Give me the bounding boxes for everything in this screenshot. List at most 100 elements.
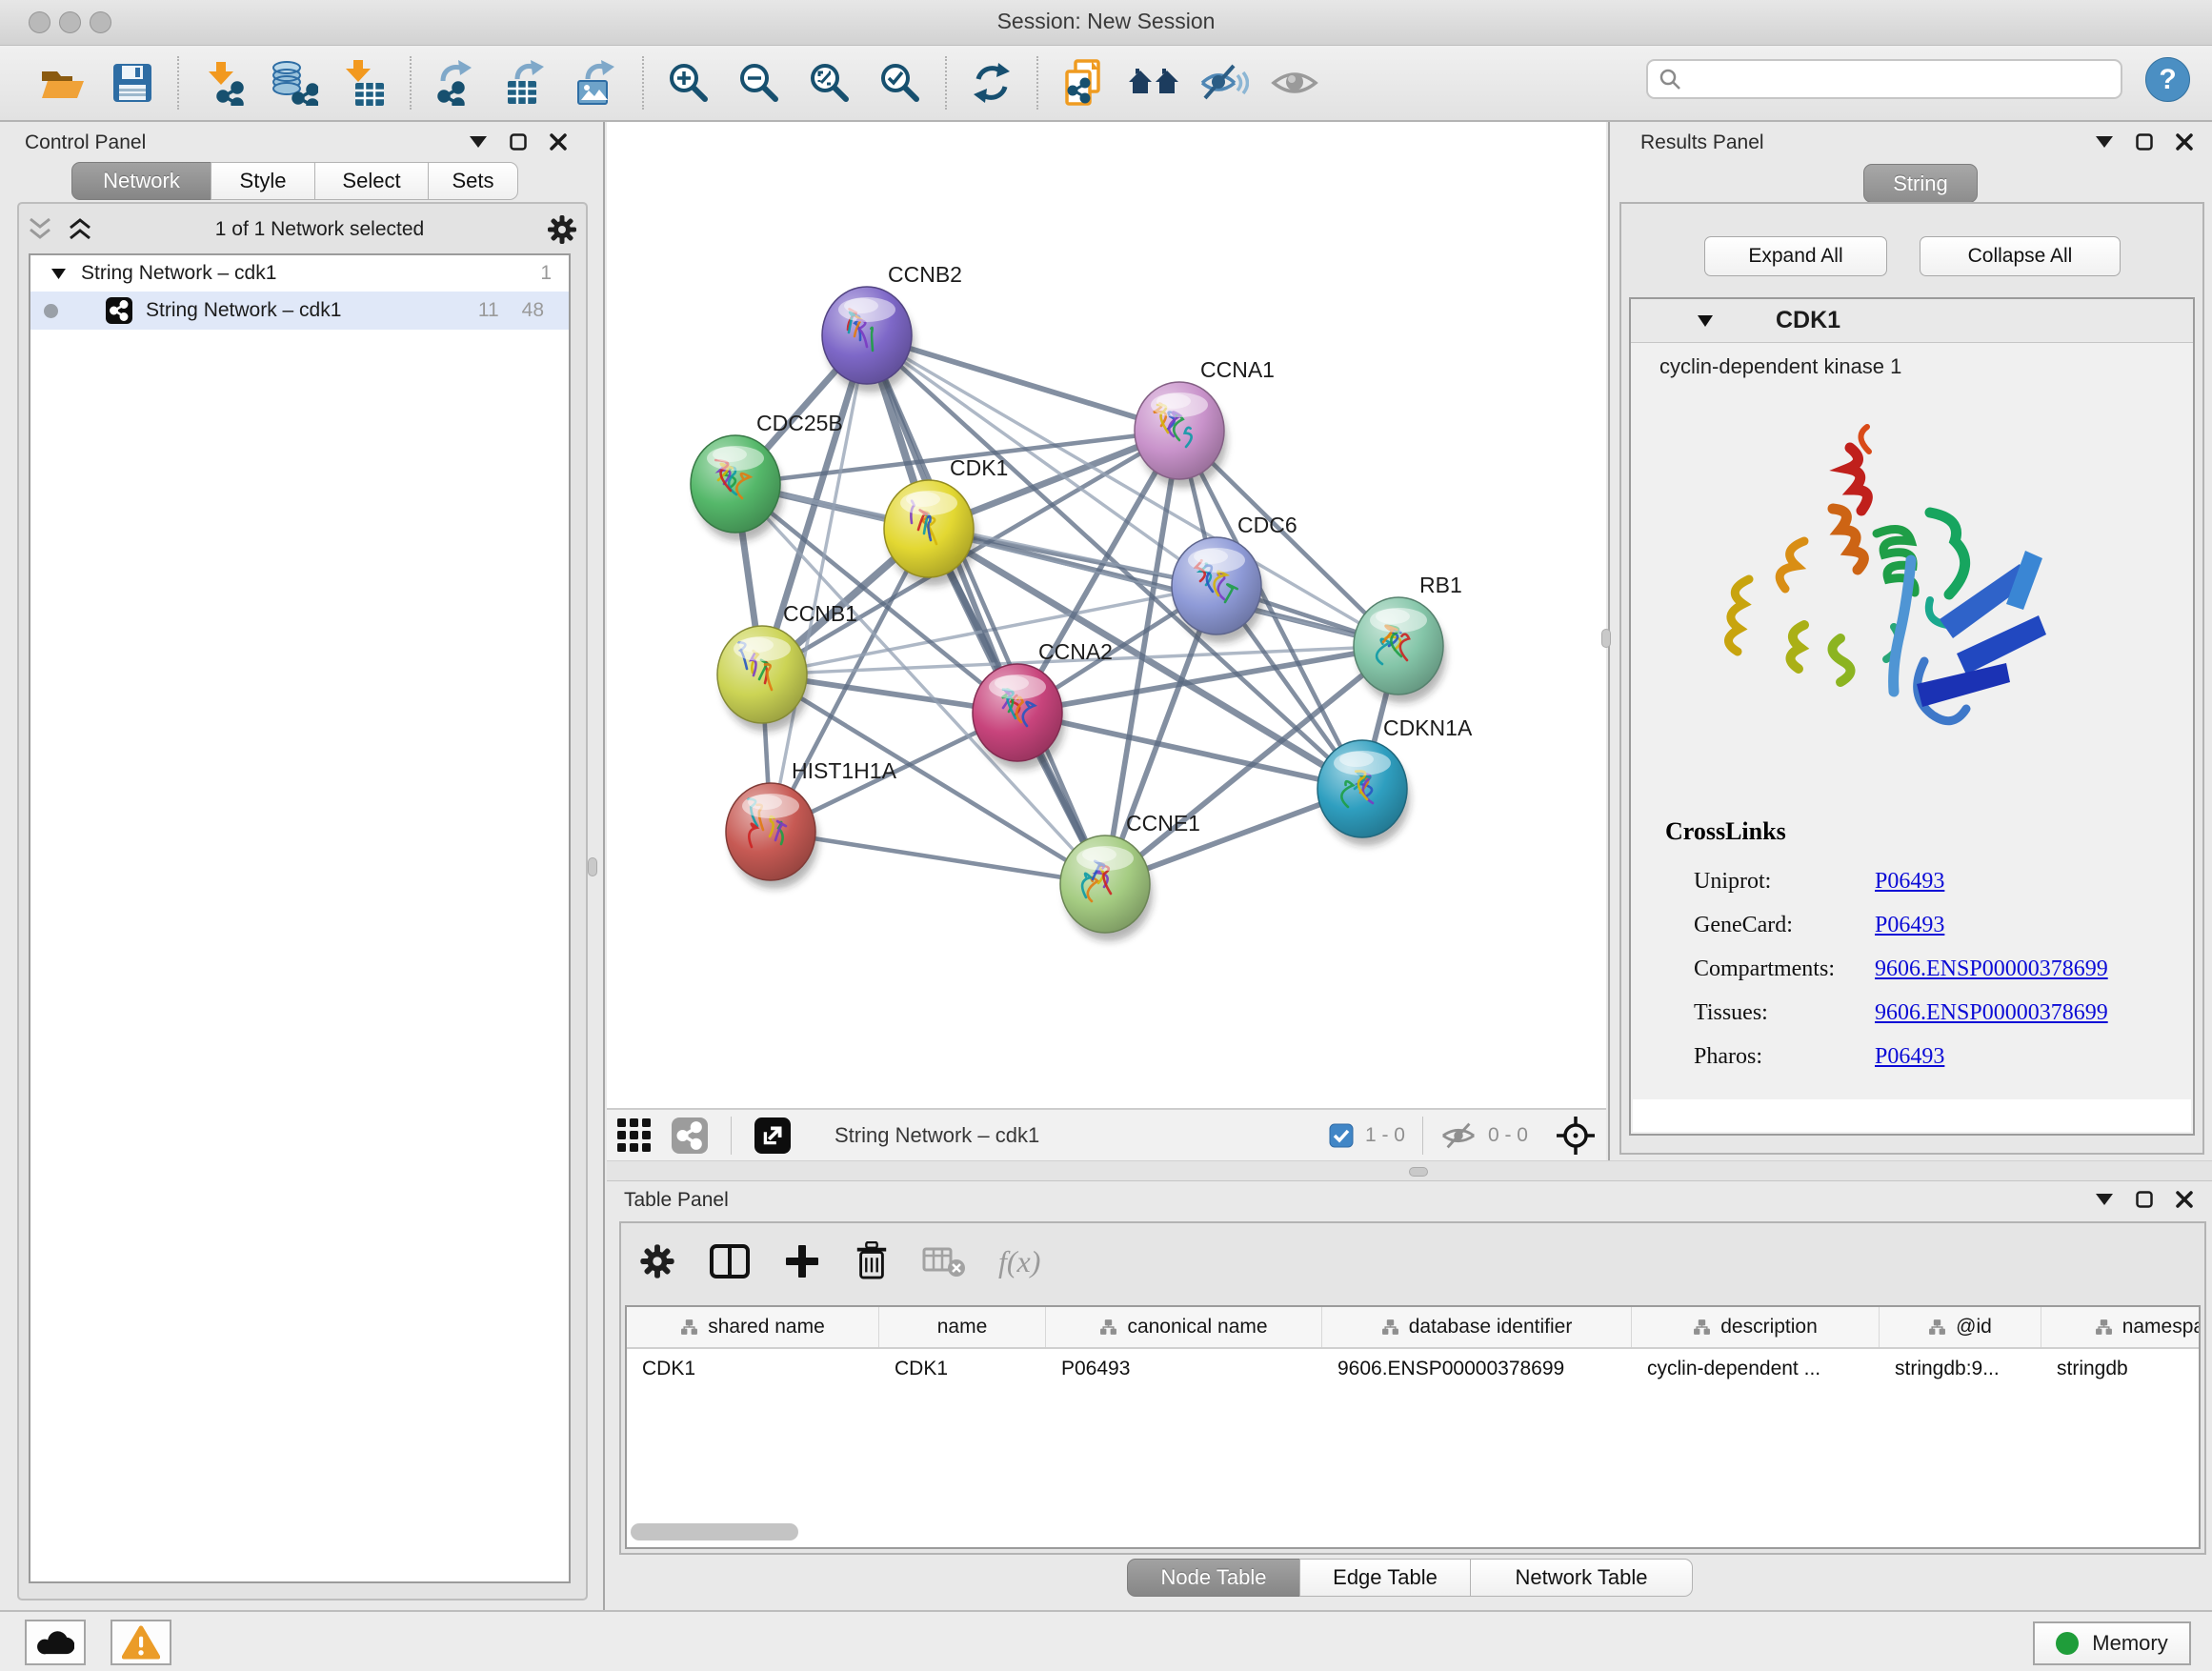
expand-all-icon[interactable] [67,217,93,242]
network-collection-row[interactable]: String Network – cdk1 1 [30,255,569,292]
network-node-ccnb1[interactable] [717,626,810,732]
network-node-rb1[interactable] [1354,597,1446,703]
tab-edge-table[interactable]: Edge Table [1299,1559,1471,1597]
crosshair-navigate-icon[interactable] [1555,1115,1597,1157]
collapse-all-icon[interactable] [27,217,53,242]
column-header-description[interactable]: description [1632,1307,1880,1347]
crosslink-link[interactable]: P06493 [1875,869,1944,895]
open-in-window-button[interactable] [745,1107,800,1164]
cloud-status-button[interactable] [25,1620,86,1665]
import-network-database-button[interactable] [259,54,330,111]
panel-menu-icon[interactable] [2096,136,2113,148]
export-image-button[interactable] [562,54,633,111]
tab-network[interactable]: Network [71,162,211,200]
panel-float-icon[interactable] [2136,133,2153,151]
birds-eye-view-button[interactable] [607,1107,662,1164]
zoom-out-button[interactable] [724,54,794,111]
table-cell[interactable]: stringdb:9... [1880,1358,2041,1380]
network-node-cdc25b[interactable] [691,435,783,541]
tab-select[interactable]: Select [314,162,429,200]
edge-count: 48 [522,299,544,322]
refresh-view-button[interactable] [956,54,1027,111]
network-canvas[interactable]: CCNB2CCNA1CDC25BCDK1CDC6RB1CCNB1CCNA2CDK… [607,122,1606,1108]
delete-table-icon[interactable] [922,1243,966,1279]
table-cell[interactable]: CDK1 [879,1358,1046,1380]
hide-selected-button[interactable] [1189,54,1259,111]
column-header--id[interactable]: @id [1880,1307,2041,1347]
expand-all-button[interactable]: Expand All [1704,236,1887,276]
network-options-gear-icon[interactable] [546,213,578,246]
delete-columns-trash-icon[interactable] [854,1241,890,1281]
network-node-ccna1[interactable] [1135,382,1227,488]
network-node-hist1h1a[interactable] [726,783,818,889]
create-column-plus-icon[interactable] [783,1242,821,1280]
column-header-canonical-name[interactable]: canonical name [1046,1307,1322,1347]
network-node-cdk1[interactable] [884,480,976,586]
show-columns-icon[interactable] [709,1242,751,1280]
table-cell[interactable]: CDK1 [627,1358,879,1380]
network-row-selected[interactable]: String Network – cdk1 1148 [30,292,569,330]
function-builder-icon[interactable]: f(x) [998,1244,1040,1279]
zoom-fit-button[interactable] [794,54,865,111]
string-view-button[interactable] [662,1107,717,1164]
crosslink-link[interactable]: P06493 [1875,913,1944,938]
horizontal-splitter[interactable] [607,1160,2212,1181]
memory-button[interactable]: Memory [2033,1621,2191,1665]
warnings-button[interactable] [111,1620,171,1665]
results-tab-string[interactable]: String [1863,164,1978,203]
network-node-ccnb2[interactable] [822,287,915,393]
import-table-file-button[interactable] [330,54,400,111]
tab-network-table[interactable]: Network Table [1470,1559,1693,1597]
export-table-button[interactable] [492,54,562,111]
table-cell[interactable]: cyclin-dependent ... [1632,1358,1880,1380]
save-session-button[interactable] [97,54,168,111]
new-network-from-selection-button[interactable] [1048,54,1118,111]
network-edge-ccna2-cdkn1a[interactable] [1017,713,1362,789]
column-header-name[interactable]: name [879,1307,1046,1347]
column-header-namespace[interactable]: namespace [2041,1307,2201,1347]
zoom-selected-button[interactable] [865,54,935,111]
search-input[interactable] [1682,68,2111,91]
table-cell[interactable]: stringdb [2041,1358,2201,1380]
node-entry-header[interactable]: CDK1 [1631,299,2193,343]
panel-close-icon[interactable] [550,133,567,151]
table-row[interactable]: CDK1CDK1P064939606.ENSP00000378699cyclin… [627,1349,2199,1389]
collapse-all-button[interactable]: Collapse All [1920,236,2121,276]
panel-close-icon[interactable] [2176,1191,2193,1208]
tab-node-table[interactable]: Node Table [1127,1559,1300,1597]
vertical-splitter-handle[interactable] [1601,629,1611,648]
first-neighbors-button[interactable] [1118,54,1189,111]
crosslink-link[interactable]: 9606.ENSP00000378699 [1875,956,2108,982]
network-node-ccne1[interactable] [1060,836,1153,941]
tab-sets[interactable]: Sets [428,162,518,200]
entry-collapse-caret-icon[interactable] [1698,315,1713,327]
tree-expand-caret-icon[interactable] [51,269,66,279]
vertical-splitter-handle[interactable] [588,857,597,876]
zoom-in-button[interactable] [654,54,724,111]
column-header-shared-name[interactable]: shared name [627,1307,879,1347]
table-options-gear-icon[interactable] [638,1242,676,1280]
table-horizontal-scrollbar[interactable] [631,1523,798,1540]
selected-checkbox-icon[interactable] [1329,1123,1354,1148]
network-edge-ccne1-hist1h1a[interactable] [771,832,1105,884]
table-cell[interactable]: 9606.ENSP00000378699 [1322,1358,1632,1380]
table-cell[interactable]: P06493 [1046,1358,1322,1380]
crosslink-link[interactable]: 9606.ENSP00000378699 [1875,1000,2108,1026]
panel-menu-icon[interactable] [2096,1194,2113,1205]
panel-close-icon[interactable] [2176,133,2193,151]
panel-menu-icon[interactable] [470,136,487,148]
help-button[interactable]: ? [2145,57,2190,102]
import-network-file-button[interactable] [189,54,259,111]
show-all-button[interactable] [1259,54,1330,111]
panel-float-icon[interactable] [2136,1191,2153,1208]
network-node-cdkn1a[interactable] [1317,740,1410,846]
horizontal-splitter-handle[interactable] [1409,1167,1428,1177]
crosslink-link[interactable]: P06493 [1875,1044,1944,1070]
tab-style[interactable]: Style [211,162,315,200]
open-session-button[interactable] [27,54,97,111]
search-box[interactable] [1646,59,2122,99]
panel-float-icon[interactable] [510,133,527,151]
column-header-database-identifier[interactable]: database identifier [1322,1307,1632,1347]
export-network-button[interactable] [421,54,492,111]
cytoscape-window: { "window": { "title": "Session: New Ses… [0,0,2212,1671]
